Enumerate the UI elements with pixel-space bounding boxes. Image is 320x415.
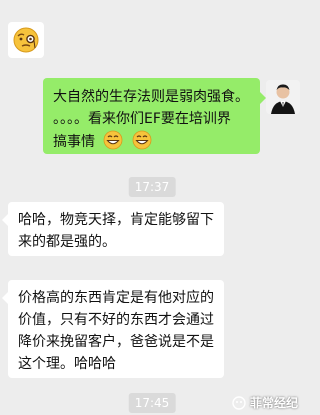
incoming-message[interactable]: 价格高的东西肯定是有他对应的 价值，只有不好的东西才会通过 降价来挽留客户，爸爸…	[2, 280, 224, 378]
outgoing-message[interactable]: 大自然的生存法则是弱肉强食。 。。。。看来你们EF要在培训界 搞事情	[43, 78, 266, 154]
watermark: 菲常经纪	[232, 394, 298, 411]
timestamp: 17:37	[128, 177, 176, 197]
timestamp: 17:45	[128, 393, 176, 413]
monocle-face-emoji-icon	[13, 27, 39, 53]
my-avatar[interactable]	[266, 80, 300, 114]
incoming-line-4: 这个理。哈哈哈	[18, 356, 116, 372]
avatar-portrait-icon	[266, 80, 300, 114]
sticker-message[interactable]	[8, 22, 44, 58]
outgoing-line-1: 大自然的生存法则是弱肉强食。	[53, 89, 249, 105]
incoming-line-1: 价格高的东西肯定是有他对应的	[18, 290, 214, 306]
wechat-channel-icon	[232, 395, 246, 410]
outgoing-line-2: 。。。。看来你们EF要在培训界	[53, 111, 231, 127]
incoming-line-3: 降价来挽留客户，爸爸说是不是	[18, 334, 214, 350]
incoming-message[interactable]: 哈哈，物竞天择，肯定能够留下 来的都是强的。	[2, 202, 224, 256]
incoming-line-1: 哈哈，物竞天择，肯定能够留下	[18, 212, 214, 228]
watermark-text: 菲常经纪	[249, 396, 298, 410]
incoming-line-2: 来的都是强的。	[18, 234, 116, 250]
incoming-line-2: 价值，只有不好的东西才会通过	[18, 312, 214, 328]
grinning-face-emoji-icon	[104, 130, 123, 150]
outgoing-line-3: 搞事情	[53, 134, 95, 150]
grinning-face-emoji-icon	[132, 130, 152, 150]
